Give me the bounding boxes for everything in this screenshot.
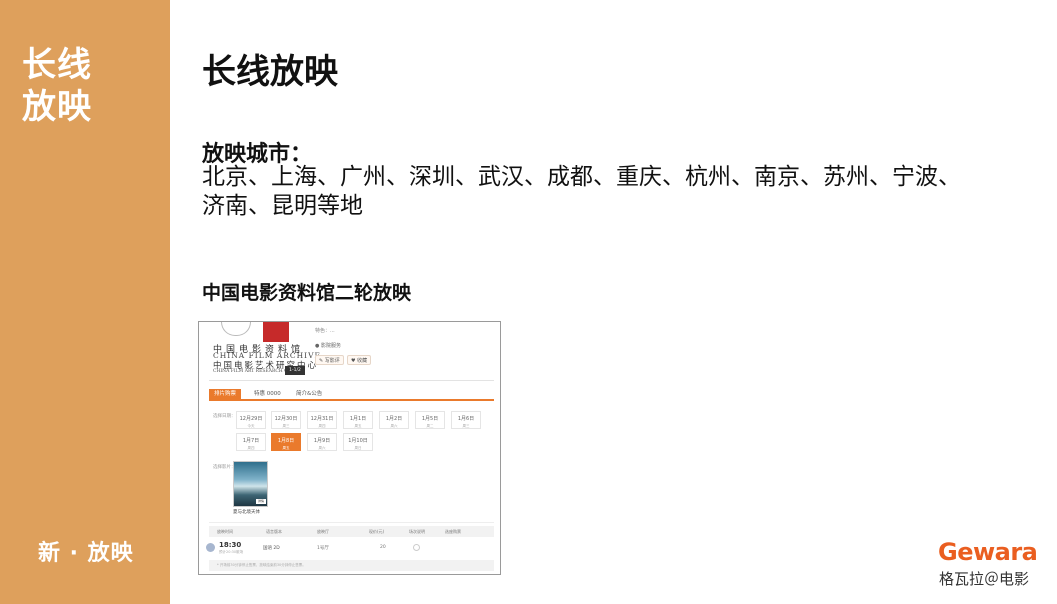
weekday-text: 周六 [318,446,326,450]
weekday-text: 周日 [354,446,362,450]
weekday-text: 周五 [354,424,362,428]
weekday-text: 周五 [282,446,290,450]
tab-showtimes[interactable]: 排片购票 [209,389,242,400]
date-text: 1月5日 [421,416,439,422]
column-header: 选座购票 [445,529,461,534]
weekday-text: 周六 [390,424,398,428]
sidebar: 长线 放映 新 · 放映 [0,0,170,604]
select-seat-button[interactable] [413,544,420,551]
weekday-text: 今天 [247,424,255,428]
sidebar-brand: 新 · 放映 [38,541,134,566]
date-option[interactable]: 1月9日 周六 [307,433,337,451]
weekday-text: 周四 [318,424,326,428]
date-option[interactable]: 1月2日 周六 [379,411,409,429]
column-header: 现价(元) [369,529,385,534]
gewara-tagline: 格瓦拉＠电影 [939,570,1030,588]
write-review-button[interactable]: ✎ 写影评 [315,355,344,365]
date-option-selected[interactable]: 1月8日 周五 [271,433,301,451]
cinema-features: ● 影院服务 [315,343,341,349]
divider [209,380,494,381]
weekday-text: 周三 [282,424,290,428]
column-header: 放映厅 [317,529,329,534]
sidebar-title: 长线 放映 [22,44,92,128]
showtime-hall: 1号厅 [317,546,329,551]
date-text: 1月2日 [385,416,403,422]
showtime-icon [206,543,215,552]
date-text: 12月31日 [310,416,334,422]
favorite-button[interactable]: ♥ 收藏 [347,355,372,365]
page-title: 长线放映 [202,52,338,92]
date-text: 1月1日 [349,416,367,422]
column-header: 场次说明 [409,529,425,534]
tab-offers[interactable]: 特惠 0000 [249,389,286,400]
date-option[interactable]: 1月1日 周五 [343,411,373,429]
image-counter-badge: 1-1/2 [285,366,305,375]
cinema-meta: 特色：... [315,328,335,334]
date-text: 1月10日 [348,438,368,444]
date-text: 12月29日 [239,416,263,422]
gewara-logo: Gewara 格瓦拉＠电影 [938,538,1046,590]
archive-seal-icon [263,322,289,342]
divider [209,522,494,523]
showtime-end: 预计20:30散场 [219,550,244,554]
date-option[interactable]: 1月6日 周三 [451,411,481,429]
date-text: 12月30日 [274,416,298,422]
date-text: 1月6日 [457,416,475,422]
cinema-tabs: 排片购票 特惠 0000 简介&公告 [209,389,494,401]
date-text: 1月8日 [277,438,295,444]
showtime-language: 国语 2D [263,546,280,551]
film-title[interactable]: 夏与北境天体 [233,509,260,515]
cinema-page-screenshot: 中国电影资料馆 CHINA FILM ARCHIVE 中国电影艺术研究中心 CH… [198,321,501,575]
date-option[interactable]: 1月7日 周四 [236,433,266,451]
film-poster[interactable]: 详情 [233,461,268,507]
column-header: 放映时间 [217,529,233,534]
showtime-time: 18:30 [219,541,242,549]
tab-intro[interactable]: 简介&公告 [291,389,327,400]
weekday-text: 周二 [426,424,434,428]
archive-logo-icon [221,322,251,336]
date-option[interactable]: 1月5日 周二 [415,411,445,429]
footnote: * 开场前30分钟停止售票，放映结束前30分钟停止售票。 [209,560,494,571]
cinema-header: 中国电影资料馆 CHINA FILM ARCHIVE 中国电影艺术研究中心 CH… [199,322,500,380]
showtime-table-header: 放映时间 语言版本 放映厅 现价(元) 场次说明 选座购票 [209,526,494,537]
cities-text: 北京、上海、广州、深圳、武汉、成都、重庆、杭州、南京、苏州、宁波、济南、昆明等地 [202,164,961,219]
gewara-wordmark: Gewara [938,538,1038,566]
date-option[interactable]: 12月29日 今天 [236,411,266,429]
date-option[interactable]: 12月31日 周四 [307,411,337,429]
column-header: 语言版本 [266,529,282,534]
date-option[interactable]: 1月10日 周日 [343,433,373,451]
date-label: 选择日期： [213,414,236,419]
date-text: 1月9日 [313,438,331,444]
weekday-text: 周四 [247,446,255,450]
sidebar-title-line2: 放映 [22,87,92,127]
poster-detail-tag[interactable]: 详情 [256,499,266,504]
section-subtitle: 中国电影资料馆二轮放映 [202,282,412,304]
date-option[interactable]: 12月30日 周三 [271,411,301,429]
date-text: 1月7日 [242,438,260,444]
weekday-text: 周三 [462,424,470,428]
showtime-price: 20 [380,545,386,550]
sidebar-title-line1: 长线 [22,45,92,85]
